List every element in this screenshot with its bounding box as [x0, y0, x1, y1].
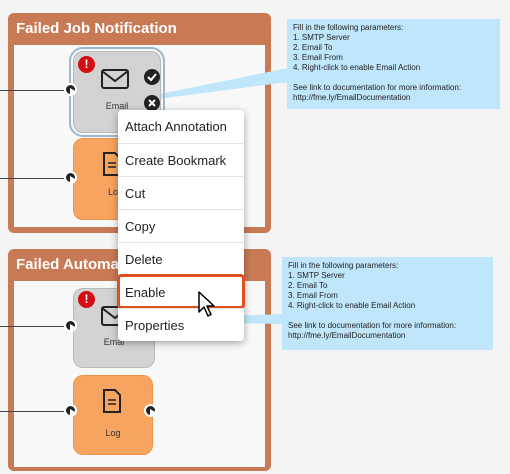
- node-label: Log: [105, 428, 121, 438]
- connection-line: [0, 178, 64, 179]
- warning-icon: !: [78, 56, 95, 73]
- input-port[interactable]: [64, 83, 77, 96]
- document-icon: [103, 389, 121, 413]
- menu-item-copy[interactable]: Copy: [118, 209, 244, 242]
- annotation-line: See link to documentation for more infor…: [293, 83, 462, 92]
- annotation-line: 1. SMTP Server: [293, 33, 350, 42]
- connection-line: [0, 90, 64, 91]
- annotation-connector: [150, 68, 288, 100]
- annotation-line: 4. Right-click to enable Email Action: [288, 301, 416, 310]
- annotation-line: 3. Email From: [293, 53, 343, 62]
- annotation-line: 2. Email To: [293, 43, 333, 52]
- log-node[interactable]: Log: [73, 375, 153, 455]
- menu-item-enable[interactable]: Enable: [117, 274, 245, 309]
- menu-item-delete[interactable]: Delete: [118, 242, 244, 275]
- annotation-line: http://fme.ly/EmailDocumentation: [288, 331, 406, 340]
- annotation-line: Fill in the following parameters:: [293, 23, 404, 32]
- bookmark-title: Failed Automat: [16, 256, 124, 273]
- annotation-line: 3. Email From: [288, 291, 338, 300]
- connection-line: [0, 326, 64, 327]
- annotation-note[interactable]: Fill in the following parameters: 1. SMTP…: [287, 19, 500, 109]
- context-menu: Attach Annotation Create Bookmark Cut Co…: [117, 110, 245, 341]
- bookmark-title: Failed Job Notification: [16, 20, 177, 37]
- envelope-icon: [101, 69, 129, 89]
- annotation-note[interactable]: Fill in the following parameters: 1. SMTP…: [282, 257, 493, 350]
- annotation-line: Fill in the following parameters:: [288, 261, 399, 270]
- annotation-line: 4. Right-click to enable Email Action: [293, 63, 421, 72]
- menu-item-properties[interactable]: Properties: [118, 308, 244, 341]
- input-port[interactable]: [64, 404, 77, 417]
- warning-icon: !: [78, 291, 95, 308]
- annotation-line: http://fme.ly/EmailDocumentation: [293, 93, 411, 102]
- input-port[interactable]: [64, 171, 77, 184]
- mouse-cursor-icon: [198, 291, 215, 317]
- menu-item-attach-annotation[interactable]: Attach Annotation: [118, 110, 244, 143]
- close-icon: [144, 95, 160, 111]
- connection-line: [0, 411, 64, 412]
- annotation-line: [293, 73, 494, 83]
- annotation-line: 2. Email To: [288, 281, 328, 290]
- output-port[interactable]: [144, 404, 157, 417]
- annotation-line: 1. SMTP Server: [288, 271, 345, 280]
- menu-item-cut[interactable]: Cut: [118, 176, 244, 209]
- input-port[interactable]: [64, 319, 77, 332]
- check-icon: [144, 69, 160, 85]
- annotation-line: [288, 311, 487, 321]
- menu-item-create-bookmark[interactable]: Create Bookmark: [118, 143, 244, 176]
- annotation-line: See link to documentation for more infor…: [288, 321, 457, 330]
